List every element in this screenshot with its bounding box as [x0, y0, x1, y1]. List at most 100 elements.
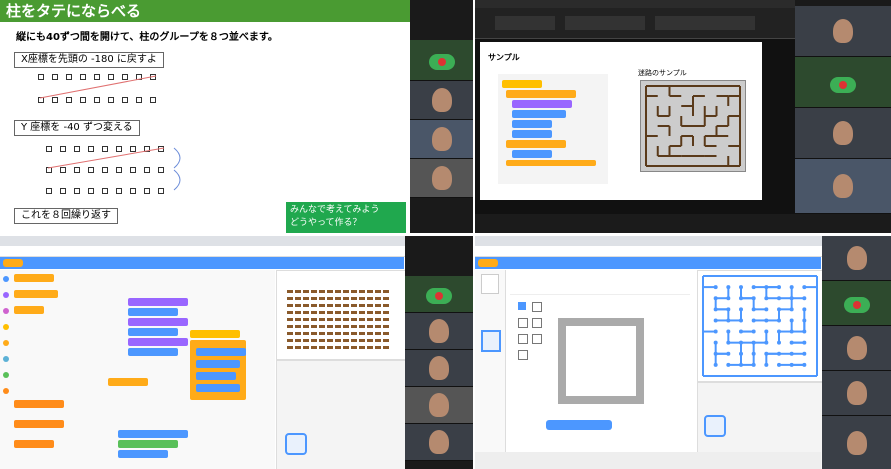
stage-pillar — [327, 297, 333, 300]
slide-subtitle: 縦にも40ずつ間を開けて、柱のグループを８つ並べます。 — [16, 32, 278, 43]
stage-pillar — [383, 290, 389, 293]
stage-pillar — [383, 311, 389, 314]
slide-title: 柱をタテにならべる — [0, 0, 415, 22]
maze-label: 迷路のサンプル — [638, 69, 687, 77]
maze-pillar — [751, 351, 756, 356]
script-area[interactable] — [80, 270, 275, 469]
stage-pillar — [319, 346, 325, 349]
maze-pillar — [802, 329, 807, 334]
step-1-box: X座標を先頭の -180 に戻すよ — [14, 52, 164, 68]
stage-pillar — [311, 304, 317, 307]
stage-pillar — [343, 311, 349, 314]
maze-pillar — [777, 340, 781, 345]
video-participants — [405, 236, 473, 469]
stage-pillar — [375, 290, 381, 293]
maze-pillar — [764, 329, 769, 334]
stage-pillar — [383, 318, 389, 321]
maze-pillar — [802, 351, 807, 356]
stage-pillar — [335, 297, 341, 300]
maze-pillar — [713, 340, 718, 345]
convert-to-bitmap-button[interactable] — [546, 420, 612, 430]
status-bar — [475, 214, 891, 233]
stage-pillar — [319, 311, 325, 314]
down-arrows — [47, 147, 181, 191]
stage-pillar — [327, 346, 333, 349]
slide-window: 柱をタテにならべる 縦にも40ずつ間を開けて、柱のグループを８つ並べます。 X座… — [0, 0, 473, 233]
stage-pillar — [359, 297, 365, 300]
participant-face-icon — [846, 430, 867, 455]
stage-pillar — [351, 318, 357, 321]
stage-pillar — [367, 304, 373, 307]
sprite-thumbnail[interactable] — [285, 433, 307, 455]
paint-editor[interactable] — [506, 270, 696, 469]
taskbar — [475, 452, 821, 469]
maze-pillar — [777, 362, 781, 367]
maze-pillar — [713, 285, 718, 290]
scratch-logo-icon[interactable] — [478, 259, 498, 267]
callout-line-1: みんなで考えてみよう — [290, 205, 380, 215]
stage-pillar — [367, 311, 373, 314]
block-palette[interactable] — [0, 270, 81, 469]
stage-pillar — [343, 290, 349, 293]
stage-pillar — [359, 311, 365, 314]
paint-tools[interactable] — [514, 298, 544, 378]
participant-face-icon — [429, 393, 449, 417]
video-participants — [822, 236, 891, 469]
maze-pillar — [713, 318, 718, 323]
stage-pillar — [343, 297, 349, 300]
maze-pillar — [726, 329, 731, 334]
participant-face-icon — [429, 356, 449, 380]
stage-pillar — [383, 297, 389, 300]
stage-pillar — [351, 311, 357, 314]
step-3-box: これを８回繰り返す — [14, 208, 118, 224]
scratch-editor-window-2 — [475, 236, 891, 469]
stage-pillar — [367, 290, 373, 293]
maze-pillar — [726, 340, 731, 345]
maze-pillar — [764, 340, 769, 345]
stage-pillar — [383, 304, 389, 307]
maze-pillar — [802, 362, 807, 367]
sprite-pane[interactable] — [276, 360, 406, 469]
stage-pillar — [311, 332, 317, 335]
participant-face-icon — [431, 127, 452, 151]
stage-pillar — [311, 297, 317, 300]
stage-pillar — [343, 339, 349, 342]
step-2-box: Y 座標を -40 ずつ変える — [14, 120, 140, 136]
video-participants — [795, 0, 891, 214]
stage-pillar — [303, 346, 309, 349]
stage-preview[interactable] — [276, 270, 406, 360]
stage-pillar — [287, 339, 293, 342]
return-arrow — [39, 75, 157, 99]
stage-pillar — [311, 339, 317, 342]
maze-pillar — [713, 362, 718, 367]
maze-pillar — [751, 329, 756, 334]
stage-pillar — [335, 325, 341, 328]
stage-pillar — [359, 346, 365, 349]
stage-pillar — [319, 297, 325, 300]
think-together-callout: みんなで考えてみよう どうやって作る？ — [286, 202, 406, 233]
maze-pillar — [739, 307, 743, 312]
maze-pillar — [789, 318, 794, 323]
stage-pillar — [375, 304, 381, 307]
stage-pillar — [311, 325, 317, 328]
stage-pillar — [295, 290, 301, 293]
sprite-thumbnail[interactable] — [704, 415, 726, 437]
stage-pillar — [375, 297, 381, 300]
canvas[interactable] — [558, 318, 644, 404]
stage-pillar — [351, 304, 357, 307]
costume-list[interactable] — [475, 270, 506, 469]
stage-pillar — [359, 304, 365, 307]
stage-pillar — [351, 325, 357, 328]
browser-address-bar[interactable] — [0, 246, 473, 257]
stage-pillar — [287, 311, 293, 314]
stage-pillar — [367, 297, 373, 300]
scratch-logo-icon[interactable] — [3, 259, 23, 267]
stage-pillar — [375, 318, 381, 321]
participant-face-icon — [846, 246, 867, 270]
stage-pillar — [367, 332, 373, 335]
stage-pillar — [303, 311, 309, 314]
stage-pillar — [359, 332, 365, 335]
stage-pillar — [327, 332, 333, 335]
maze-stage[interactable] — [697, 270, 823, 382]
ppt-slide: サンプル 迷路のサンプル — [480, 42, 762, 200]
